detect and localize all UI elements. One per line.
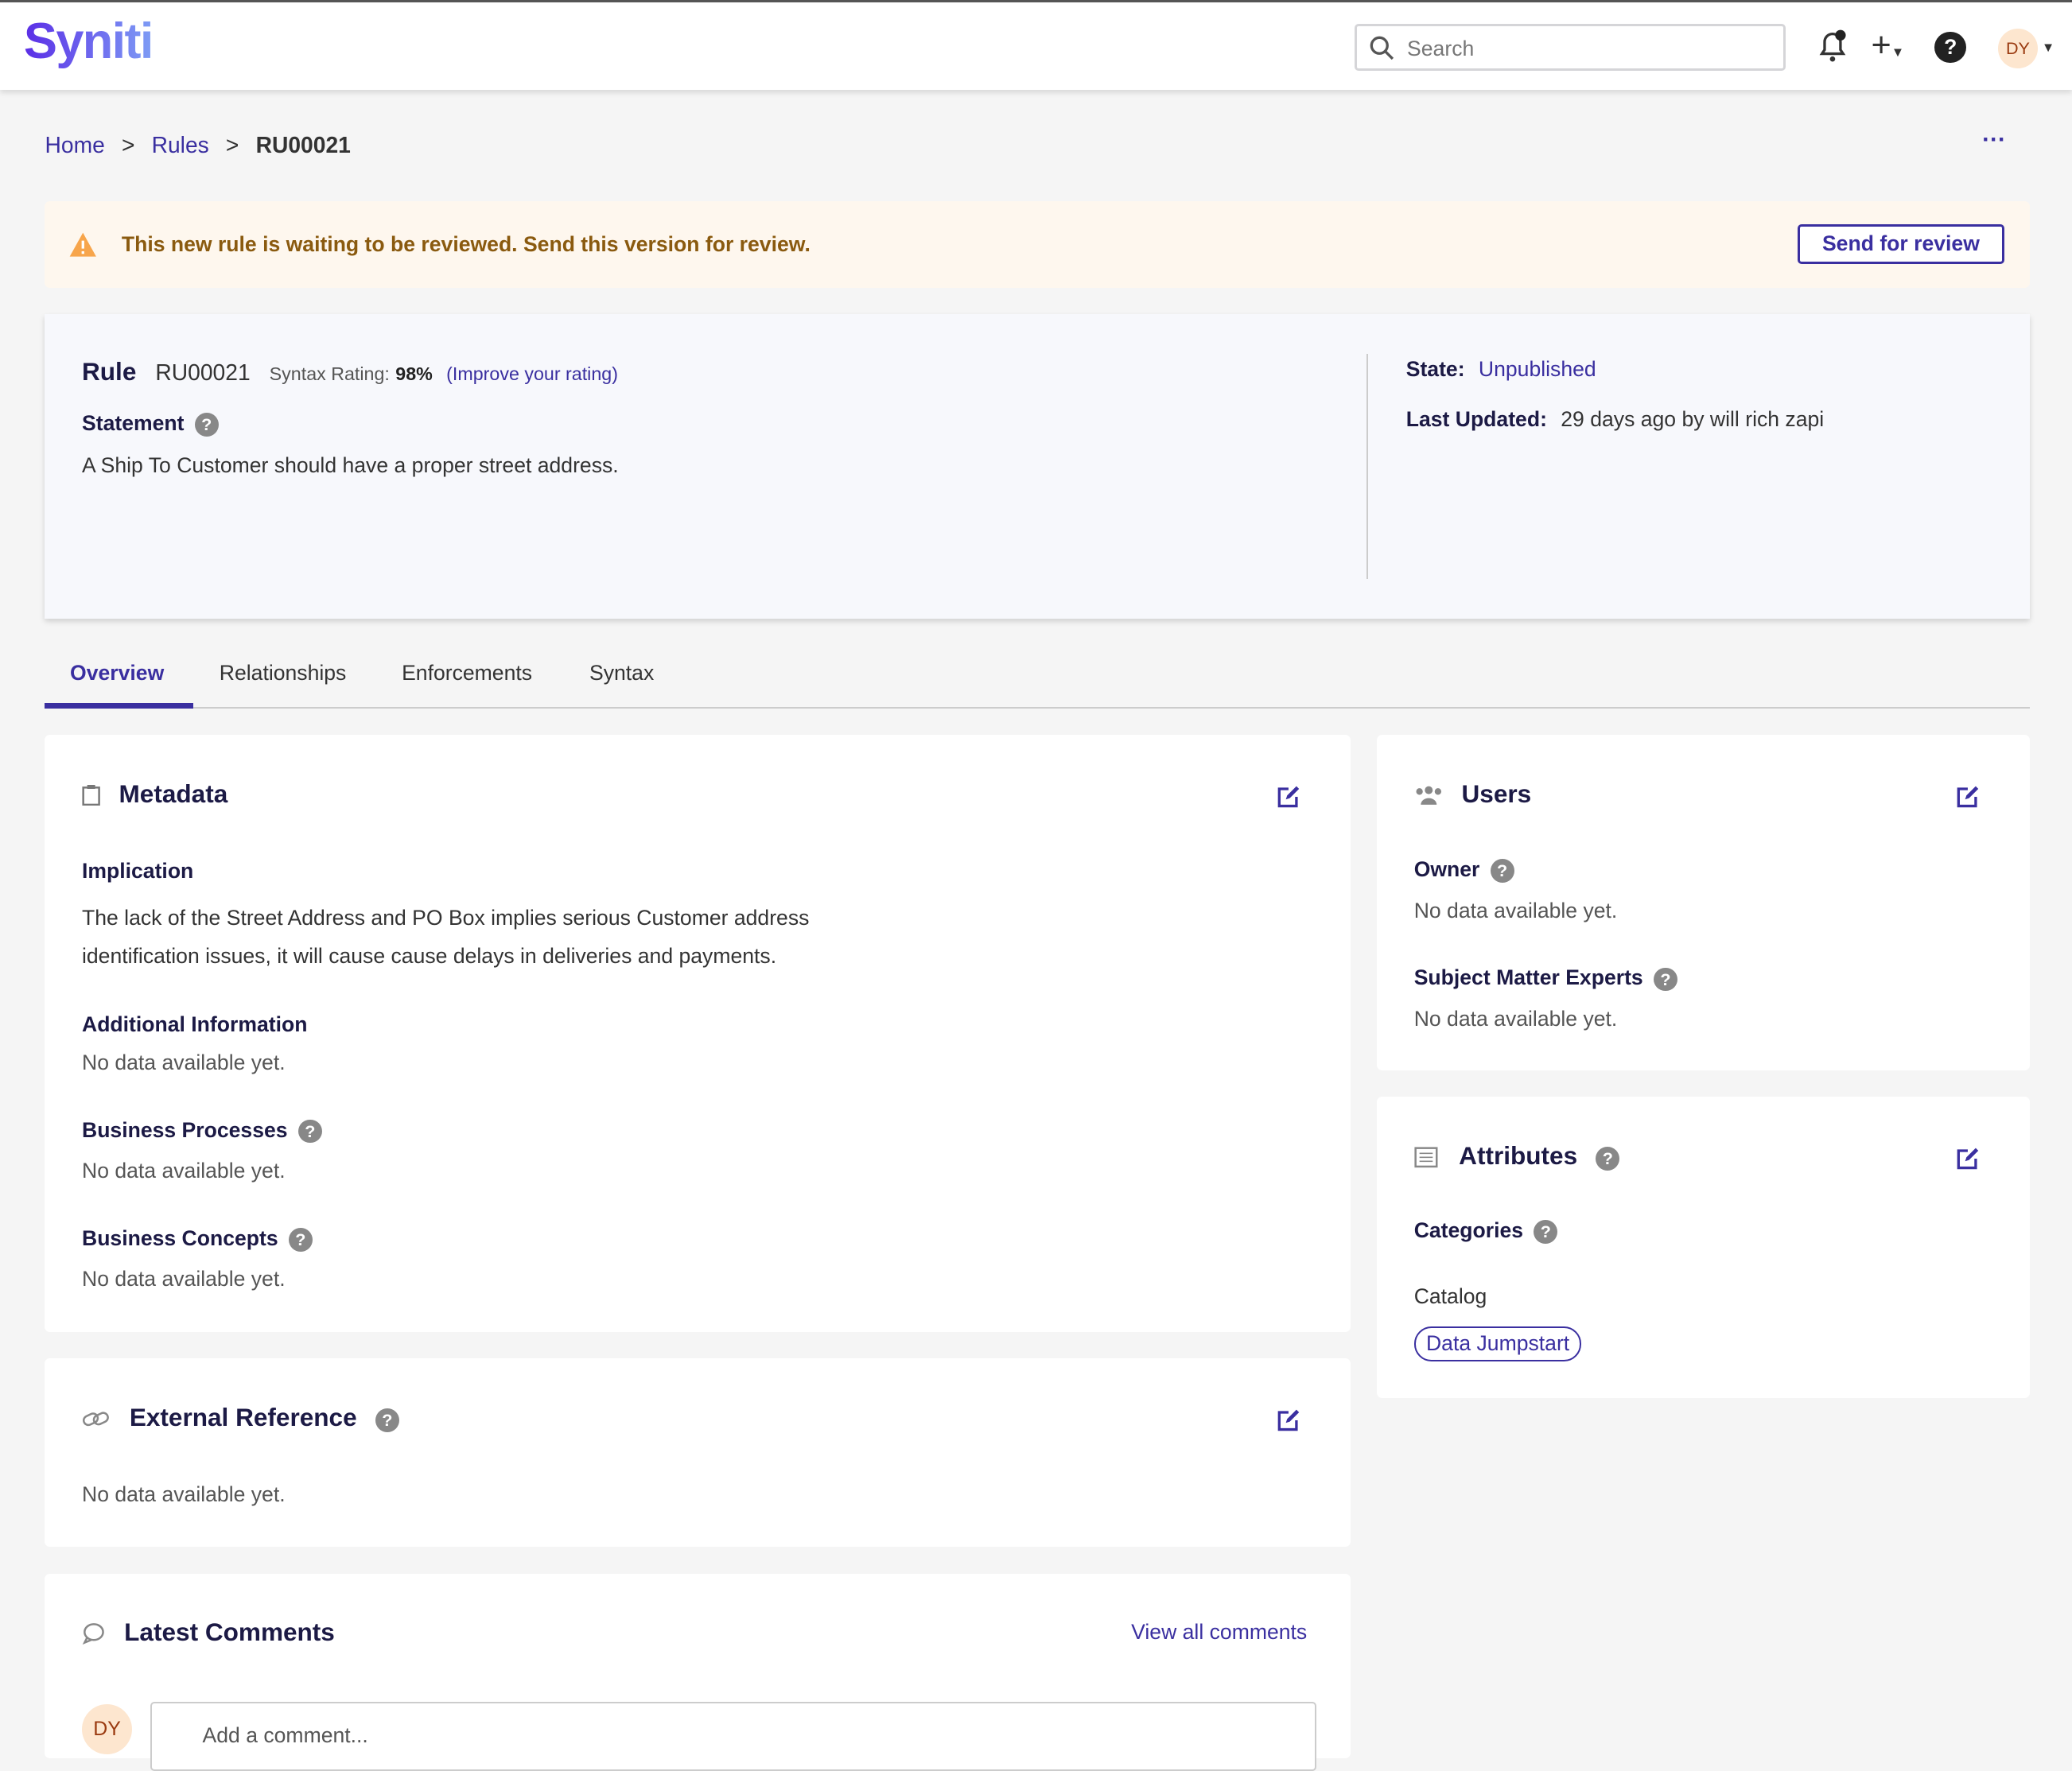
catalog-label: Catalog xyxy=(1413,1284,1487,1308)
additional-info-value: No data available yet. xyxy=(82,1050,286,1074)
link-icon xyxy=(82,1412,109,1427)
sme-value: No data available yet. xyxy=(1413,1006,1618,1031)
comment-placeholder: Add a comment... xyxy=(202,1722,368,1747)
help-icon[interactable]: ? xyxy=(1534,1219,1558,1244)
help-icon[interactable]: ? xyxy=(1596,1147,1620,1171)
sme-heading: Subject Matter Experts? xyxy=(1413,965,1677,992)
edit-icon[interactable] xyxy=(1277,1408,1300,1432)
help-icon[interactable]: ? xyxy=(297,1119,322,1144)
implication-text: The lack of the Street Address and PO Bo… xyxy=(82,905,810,968)
help-icon[interactable]: ? xyxy=(1934,31,1967,64)
clipboard-icon xyxy=(82,784,100,806)
syntax-rating-label: Syntax Rating: xyxy=(269,363,390,384)
breadcrumb: Home > Rules > RU00021 xyxy=(45,132,350,158)
help-icon[interactable]: ? xyxy=(288,1227,313,1252)
banner-message: This new rule is waiting to be reviewed.… xyxy=(121,232,811,257)
business-concepts-value: No data available yet. xyxy=(82,1267,286,1291)
review-banner: This new rule is waiting to be reviewed.… xyxy=(45,200,2030,289)
edit-icon[interactable] xyxy=(1956,1147,1980,1171)
rule-label: Rule xyxy=(82,356,137,386)
breadcrumb-separator: > xyxy=(121,132,135,158)
last-updated-label: Last Updated: xyxy=(1405,406,1547,431)
implication-label: Implication xyxy=(82,858,194,883)
business-processes-heading: Business Processes? xyxy=(82,1118,322,1144)
logo[interactable]: Syniti xyxy=(24,13,154,70)
help-icon[interactable]: ? xyxy=(1490,859,1514,884)
statement-text: A Ship To Customer should have a proper … xyxy=(82,452,619,477)
business-concepts-label: Business Concepts xyxy=(82,1225,278,1250)
search-input[interactable]: Search xyxy=(1354,23,1786,72)
edit-icon[interactable] xyxy=(1956,785,1980,809)
rule-summary-card: Rule RU00021 Syntax Rating: 98% (Improve… xyxy=(45,314,2030,619)
tab-relationships[interactable]: Relationships xyxy=(220,661,347,685)
comments-card: Latest Comments View all comments DY Add… xyxy=(45,1573,1351,1771)
last-updated-row: Last Updated: 29 days ago by will rich z… xyxy=(1406,407,1824,432)
active-tab-indicator xyxy=(45,702,193,709)
tab-overview[interactable]: Overview xyxy=(70,661,164,685)
help-icon[interactable]: ? xyxy=(194,412,219,437)
state-value: Unpublished xyxy=(1478,356,1596,381)
warning-icon xyxy=(70,232,97,257)
rule-title-row: Rule RU00021 Syntax Rating: 98% (Improve… xyxy=(82,357,618,386)
more-options-icon[interactable]: ··· xyxy=(1982,126,2006,153)
sme-label: Subject Matter Experts xyxy=(1413,965,1643,990)
business-concepts-heading: Business Concepts? xyxy=(82,1226,313,1252)
categories-heading: Categories? xyxy=(1414,1218,1558,1244)
attributes-heading: Attributes? xyxy=(1459,1141,1620,1171)
statement-label: Statement xyxy=(82,410,185,435)
comments-title: Latest Comments xyxy=(124,1617,335,1646)
state-row: State: Unpublished xyxy=(1406,357,1596,382)
additional-info-label: Additional Information xyxy=(82,1012,308,1036)
tabs-divider xyxy=(45,706,2030,709)
owner-label: Owner xyxy=(1413,857,1480,882)
search-placeholder: Search xyxy=(1407,36,1475,60)
top-header: Syniti Search +▼ ? DY ▼ xyxy=(0,0,2072,90)
list-icon xyxy=(1414,1147,1438,1168)
rule-id: RU00021 xyxy=(155,359,251,385)
tab-enforcements[interactable]: Enforcements xyxy=(402,661,532,685)
external-reference-title: External Reference xyxy=(129,1403,357,1432)
divider xyxy=(1366,354,1368,579)
owner-value: No data available yet. xyxy=(1413,898,1618,922)
users-icon xyxy=(1416,786,1441,805)
metadata-card: Metadata Implication The lack of the Str… xyxy=(45,734,1351,1332)
add-menu-button[interactable]: +▼ xyxy=(1872,29,1905,69)
search-icon xyxy=(1370,36,1394,60)
business-processes-value: No data available yet. xyxy=(82,1159,286,1183)
comment-input[interactable]: Add a comment... xyxy=(150,1701,1317,1771)
help-icon[interactable]: ? xyxy=(375,1408,399,1433)
send-for-review-button[interactable]: Send for review xyxy=(1797,224,2005,265)
users-card: Users Owner? No data available yet. Subj… xyxy=(1377,734,2030,1070)
page: Syniti Search +▼ ? DY ▼ Home > Rules > R… xyxy=(0,0,2072,1771)
user-avatar[interactable]: DY xyxy=(1998,29,2038,69)
breadcrumb-separator: > xyxy=(225,132,239,158)
users-title: Users xyxy=(1461,779,1532,809)
attributes-card: Attributes? Categories? Catalog Data Jum… xyxy=(1377,1096,2030,1398)
external-reference-card: External Reference? No data available ye… xyxy=(45,1357,1351,1548)
metadata-title: Metadata xyxy=(119,779,228,809)
chevron-down-icon[interactable]: ▼ xyxy=(2042,40,2055,56)
catalog-tag[interactable]: Data Jumpstart xyxy=(1413,1326,1582,1361)
business-processes-label: Business Processes xyxy=(82,1117,288,1142)
breadcrumb-rules[interactable]: Rules xyxy=(152,132,209,157)
categories-label: Categories xyxy=(1413,1218,1524,1242)
breadcrumb-current: RU00021 xyxy=(255,132,351,158)
view-all-comments-link[interactable]: View all comments xyxy=(1131,1620,1307,1645)
statement-heading: Statement? xyxy=(82,411,219,437)
attributes-title: Attributes xyxy=(1459,1141,1578,1171)
improve-rating-link[interactable]: (Improve your rating) xyxy=(446,363,618,384)
breadcrumb-home[interactable]: Home xyxy=(45,132,104,157)
external-reference-heading: External Reference? xyxy=(129,1403,399,1433)
bell-icon[interactable] xyxy=(1817,29,1848,63)
owner-heading: Owner? xyxy=(1413,857,1514,884)
comment-icon xyxy=(82,1622,104,1645)
help-icon[interactable]: ? xyxy=(1653,967,1677,992)
last-updated-value: 29 days ago by will rich zapi xyxy=(1561,406,1825,431)
edit-icon[interactable] xyxy=(1277,785,1300,809)
syntax-rating-value: 98% xyxy=(395,363,433,384)
tab-syntax[interactable]: Syntax xyxy=(589,661,654,685)
state-label: State: xyxy=(1405,356,1465,381)
external-reference-value: No data available yet. xyxy=(82,1482,286,1507)
